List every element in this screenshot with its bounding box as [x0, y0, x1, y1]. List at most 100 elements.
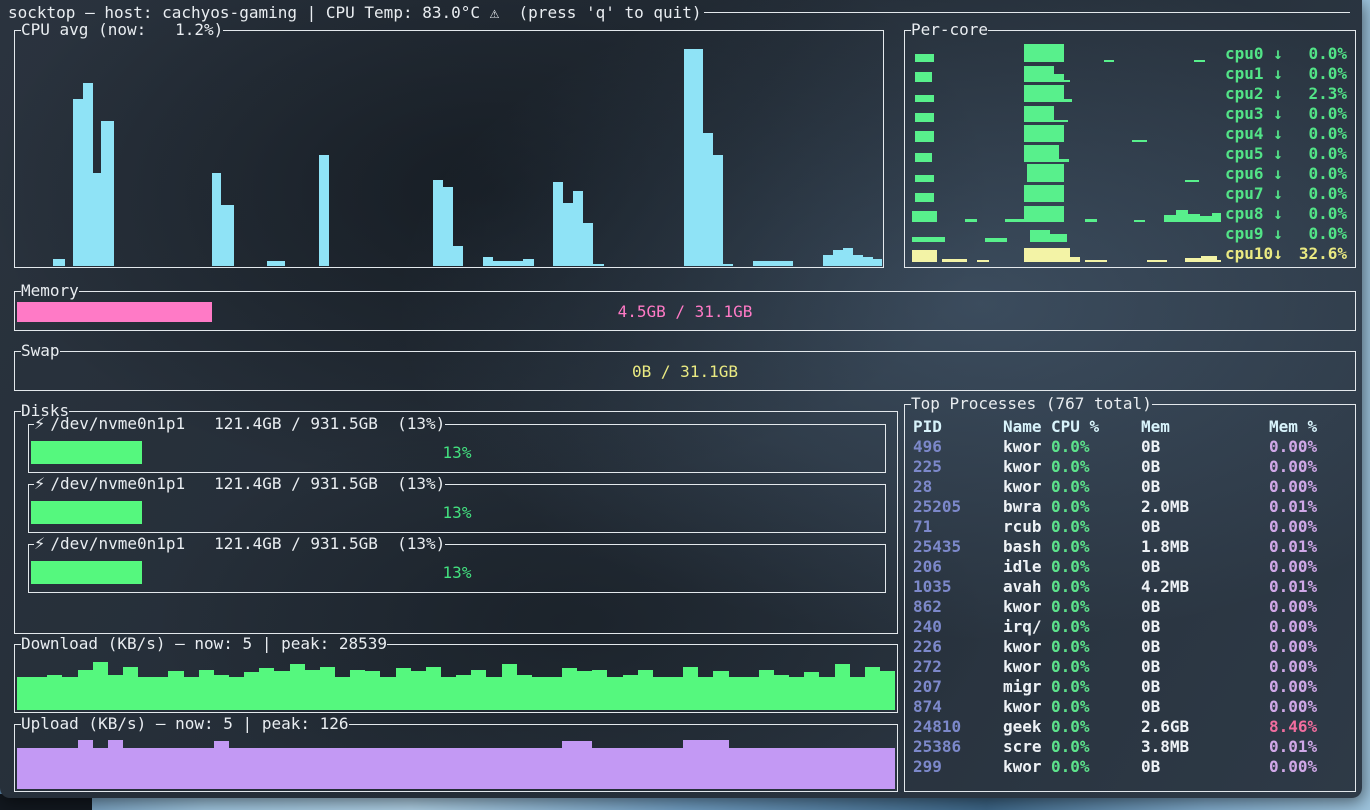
- upload-bar: [698, 740, 713, 789]
- cpu-avg-bar: [583, 223, 593, 266]
- cpu-avg-bar: [221, 205, 234, 266]
- disk-info: /dev/nvme0n1p1 121.4GB / 931.5GB (13%): [50, 474, 445, 493]
- cell-name: bash: [1003, 537, 1051, 556]
- down-arrow-icon: ↓: [1273, 164, 1283, 183]
- core-name: cpu1: [1225, 64, 1273, 83]
- core-usage-value: 0.0%: [1308, 104, 1347, 123]
- download-bar: [274, 671, 289, 710]
- cell-name: avah: [1003, 577, 1051, 596]
- cell-mem: 0B: [1141, 517, 1269, 536]
- per-core-bar: [912, 211, 937, 222]
- disks-panel: Disks ⚡ /dev/nvme0n1p1 121.4GB / 931.5GB…: [14, 411, 898, 634]
- cell-pid: 28: [913, 477, 1003, 496]
- cell-mem: 0B: [1141, 437, 1269, 456]
- per-core-sparkline: [907, 103, 1221, 123]
- per-core-bar: [1185, 180, 1199, 182]
- memory-gauge: 4.5GB / 31.1GB: [17, 302, 1353, 322]
- upload-bar: [426, 748, 441, 789]
- download-bar: [199, 670, 214, 711]
- per-core-bar: [985, 238, 1007, 242]
- process-row: 25386scre0.0%3.8MB0.01%: [913, 736, 1351, 756]
- cell-pid: 206: [913, 557, 1003, 576]
- upload-bar: [244, 748, 259, 789]
- core-usage-value: 0.0%: [1308, 124, 1347, 143]
- down-arrow-icon: ↓: [1273, 44, 1283, 63]
- download-bar: [184, 677, 199, 710]
- cell-mem: 4.2MB: [1141, 577, 1269, 596]
- cell-name: kwor: [1003, 597, 1051, 616]
- per-core-bar: [1132, 140, 1147, 142]
- process-row: 1035avah0.0%4.2MB0.01%: [913, 576, 1351, 596]
- download-bar: [259, 668, 274, 710]
- cell-name: migr: [1003, 677, 1051, 696]
- upload-bar: [47, 748, 62, 789]
- cell-name: kwor: [1003, 457, 1051, 476]
- process-row: 71rcub0.0%0B0.00%: [913, 516, 1351, 536]
- cpu-avg-bar: [684, 49, 703, 266]
- cell-pid: 225: [913, 457, 1003, 476]
- per-core-bar: [1024, 145, 1059, 162]
- per-core-row: cpu8↓0.0%: [907, 203, 1353, 223]
- download-bar: [698, 677, 713, 710]
- per-core-bar: [912, 250, 937, 262]
- download-bar: [17, 677, 32, 710]
- disk-title: ⚡ /dev/nvme0n1p1 121.4GB / 931.5GB (13%): [34, 475, 445, 493]
- per-core-bar: [915, 113, 934, 122]
- col-header-name: Name: [1003, 417, 1051, 436]
- per-core-bar: [977, 260, 989, 262]
- per-core-sparkline: [907, 243, 1221, 263]
- core-name: cpu2: [1225, 84, 1273, 103]
- per-core-bar: [1147, 260, 1167, 262]
- upload-bar: [547, 748, 562, 789]
- download-bar: [396, 668, 411, 710]
- per-core-row: cpu3↓0.0%: [907, 103, 1353, 123]
- download-bar: [880, 671, 895, 710]
- process-row: 874kwor0.0%0B0.00%: [913, 696, 1351, 716]
- cell-cpu: 0.0%: [1051, 477, 1141, 496]
- upload-bar: [683, 740, 698, 789]
- per-core-row: cpu7↓0.0%: [907, 183, 1353, 203]
- core-name: cpu8: [1225, 204, 1273, 223]
- terminal-window[interactable]: socktop — host: cachyos-gaming | CPU Tem…: [0, 0, 1362, 798]
- cpu-avg-bar: [73, 99, 83, 266]
- down-arrow-icon: ↓: [1273, 184, 1283, 203]
- per-core-row: cpu6↓0.0%: [907, 163, 1353, 183]
- download-chart: [17, 656, 895, 710]
- cell-pid: 240: [913, 617, 1003, 636]
- per-core-label: cpu10↓32.6%: [1225, 243, 1347, 263]
- download-bar: [471, 670, 486, 711]
- cell-pid: 25386: [913, 737, 1003, 756]
- per-core-bar: [1024, 85, 1064, 102]
- cell-memp: 0.00%: [1269, 697, 1349, 716]
- cell-pid: 25435: [913, 537, 1003, 556]
- per-core-bar: [1005, 219, 1024, 222]
- down-arrow-icon: ↓: [1273, 204, 1283, 223]
- process-row: 272kwor0.0%0B0.00%: [913, 656, 1351, 676]
- per-core-sparkline: [907, 183, 1221, 203]
- cell-mem: 0B: [1141, 657, 1269, 676]
- cpu-avg-bar: [101, 121, 114, 266]
- download-bar: [517, 675, 532, 710]
- cpu-avg-bar: [563, 203, 573, 266]
- process-row: 240irq/0.0%0B0.00%: [913, 616, 1351, 636]
- per-core-bar: [1054, 120, 1068, 122]
- cell-mem: 2.0MB: [1141, 497, 1269, 516]
- per-core-bar: [1070, 257, 1080, 262]
- cell-memp: 0.00%: [1269, 677, 1349, 696]
- download-bar: [759, 670, 774, 711]
- cell-pid: 24810: [913, 717, 1003, 736]
- download-bar: [623, 675, 638, 710]
- cell-pid: 862: [913, 597, 1003, 616]
- process-row: 207migr0.0%0B0.00%: [913, 676, 1351, 696]
- cell-memp: 0.01%: [1269, 497, 1349, 516]
- cell-name: kwor: [1003, 477, 1051, 496]
- process-table-header: PID Name CPU % Mem Mem %: [913, 416, 1351, 436]
- cell-cpu: 0.0%: [1051, 717, 1141, 736]
- per-core-row: cpu10↓32.6%: [907, 243, 1353, 263]
- disk-usage-label: 13%: [29, 441, 885, 464]
- col-header-memp: Mem %: [1269, 417, 1349, 436]
- upload-bar: [32, 748, 47, 789]
- cell-name: scre: [1003, 737, 1051, 756]
- cell-cpu: 0.0%: [1051, 457, 1141, 476]
- upload-bar: [668, 748, 683, 789]
